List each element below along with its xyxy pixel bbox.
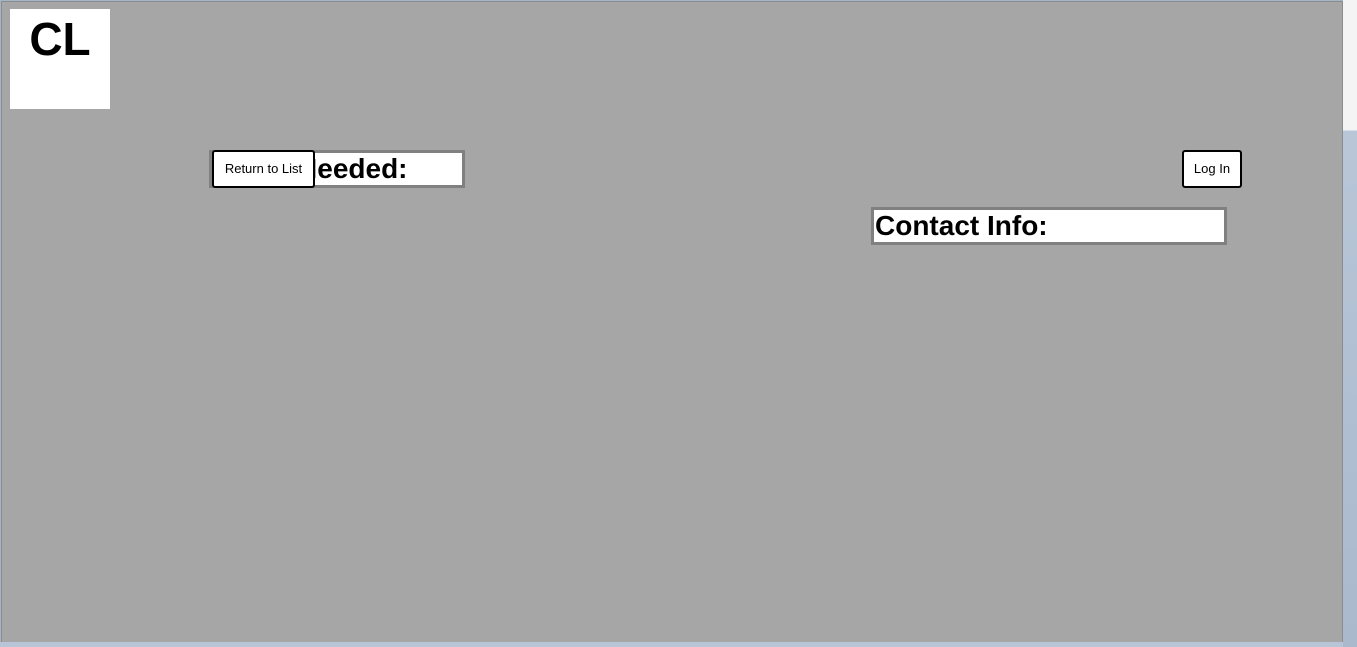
return-to-list-button[interactable]: Return to List — [212, 150, 315, 188]
log-in-button[interactable]: Log In — [1182, 150, 1242, 188]
page-canvas — [1, 1, 1343, 643]
window-bottom-edge — [0, 642, 1343, 647]
logo-text: CL — [29, 13, 91, 65]
logo: CL — [10, 9, 110, 109]
window-edge — [1343, 0, 1357, 647]
contact-info-box: Contact Info: — [871, 207, 1227, 245]
contact-info-label: Contact Info: — [875, 210, 1048, 241]
